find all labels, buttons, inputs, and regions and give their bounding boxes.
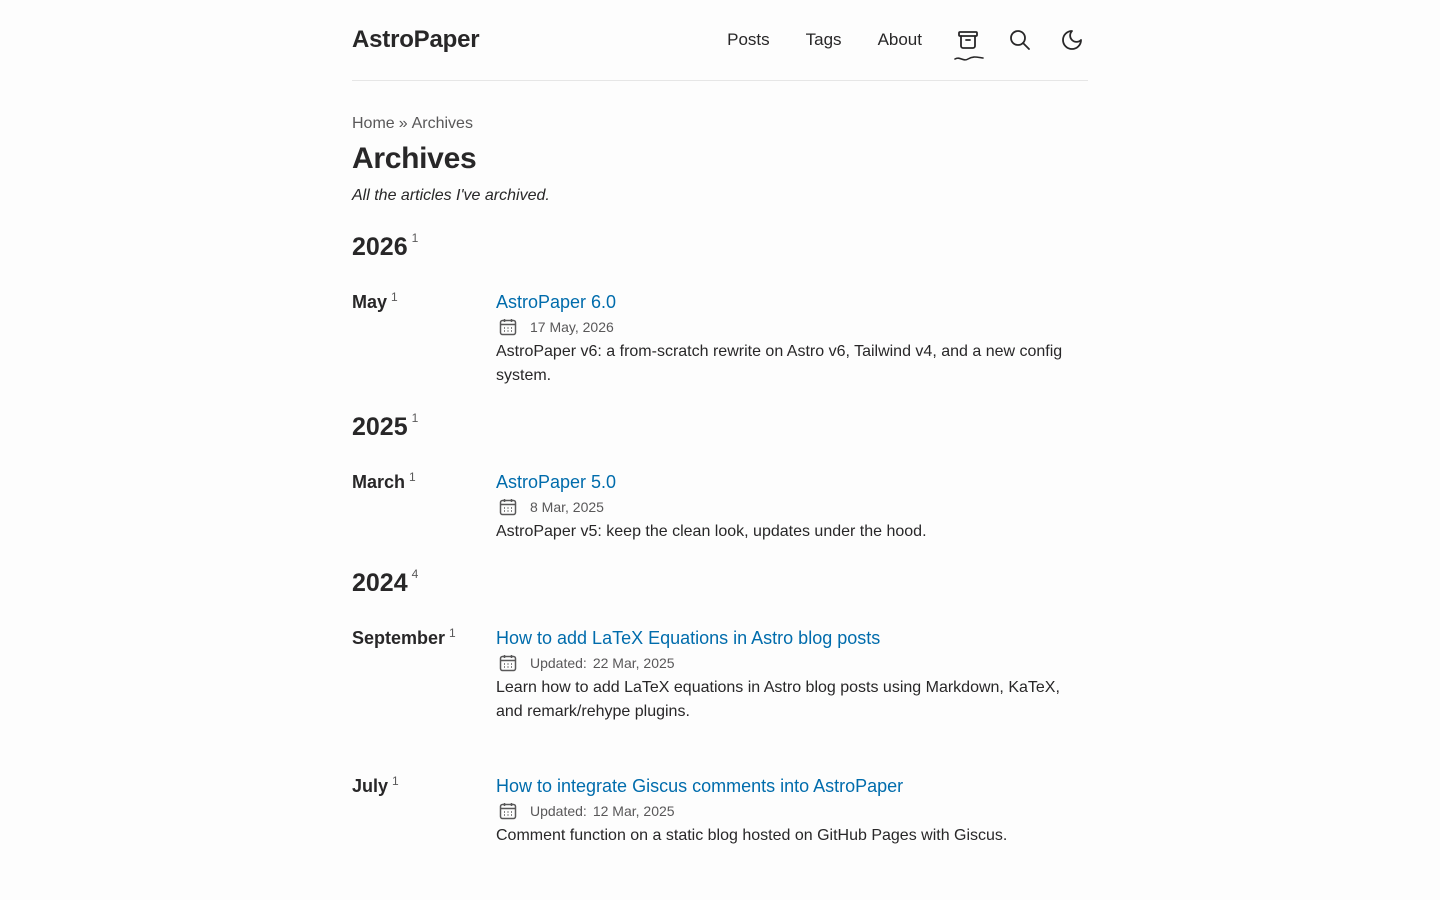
year-count: 4 <box>411 567 419 581</box>
breadcrumb: Home» Archives <box>352 115 473 133</box>
calendar-icon <box>496 497 530 517</box>
breadcrumb-home-link[interactable]: Home <box>352 115 395 132</box>
post-description: AstroPaper v6: a from-scratch rewrite on… <box>496 343 1063 384</box>
active-underline <box>954 50 984 61</box>
nav-tags-link[interactable]: Tags <box>806 30 842 50</box>
year-heading: 2026 1 <box>352 231 419 262</box>
nav-about-link[interactable]: About <box>878 30 922 50</box>
breadcrumb-current: Archives <box>411 115 473 132</box>
calendar-icon <box>496 653 530 673</box>
year-label: 2025 <box>352 413 408 441</box>
page-title: Archives <box>352 142 477 175</box>
post-card: How to integrate Giscus comments into As… <box>496 774 1088 848</box>
month-heading: May 1 <box>352 290 398 313</box>
theme-toggle-button[interactable] <box>1056 24 1088 56</box>
post-date: 17 May, 2026 <box>496 317 1088 337</box>
post-card: AstroPaper 5.0 8 Mar, 2025 AstroPaper v5… <box>496 470 1088 544</box>
month-count: 1 <box>391 290 398 304</box>
year-count: 1 <box>411 411 419 425</box>
post-date-text: 12 Mar, 2025 <box>592 803 675 819</box>
month-count: 1 <box>449 626 456 640</box>
archives-button[interactable] <box>952 24 984 61</box>
post-description: Comment function on a static blog hosted… <box>496 827 1008 844</box>
post-description: AstroPaper v5: keep the clean look, upda… <box>496 523 927 540</box>
year-heading: 2024 4 <box>352 567 419 598</box>
month-count: 1 <box>392 774 399 788</box>
month-heading: September 1 <box>352 626 456 649</box>
post-updated-label: Updated: <box>530 803 587 819</box>
post-title-link[interactable]: How to integrate Giscus comments into As… <box>496 774 1088 798</box>
moon-icon <box>1060 28 1084 52</box>
search-icon <box>1008 28 1032 52</box>
post-date: Updated: 22 Mar, 2025 <box>496 653 1088 673</box>
nav-posts-link[interactable]: Posts <box>727 30 770 50</box>
month-heading: July 1 <box>352 774 399 797</box>
post-card: How to add LaTeX Equations in Astro blog… <box>496 626 1088 724</box>
calendar-icon <box>496 317 530 337</box>
post-description: Learn how to add LaTeX equations in Astr… <box>496 679 1060 720</box>
year-heading: 2025 1 <box>352 411 419 442</box>
month-heading: March 1 <box>352 470 416 493</box>
year-label: 2024 <box>352 569 408 597</box>
calendar-icon <box>496 801 530 821</box>
site-header: AstroPaper Posts Tags About <box>352 0 1088 81</box>
year-count: 1 <box>411 231 419 245</box>
site-logo[interactable]: AstroPaper <box>352 26 480 54</box>
post-date-text: 17 May, 2026 <box>530 319 614 335</box>
post-date: 8 Mar, 2025 <box>496 497 1088 517</box>
post-card: AstroPaper 6.0 17 May, 2026 AstroPaper v… <box>496 290 1088 388</box>
post-updated-label: Updated: <box>530 655 587 671</box>
year-label: 2026 <box>352 233 408 261</box>
month-label: September <box>352 628 446 648</box>
month-label: May <box>352 292 388 312</box>
post-date: Updated: 12 Mar, 2025 <box>496 801 1088 821</box>
post-title-link[interactable]: How to add LaTeX Equations in Astro blog… <box>496 626 1088 650</box>
search-button[interactable] <box>1004 24 1036 56</box>
archive-icon <box>956 28 980 52</box>
post-title-link[interactable]: AstroPaper 6.0 <box>496 290 1088 314</box>
breadcrumb-separator: » <box>398 115 408 132</box>
post-date-text: 8 Mar, 2025 <box>530 499 604 515</box>
month-label: July <box>352 776 389 796</box>
page-description: All the articles I've archived. <box>352 187 550 204</box>
month-label: March <box>352 472 406 492</box>
post-date-text: 22 Mar, 2025 <box>592 655 675 671</box>
month-count: 1 <box>409 470 416 484</box>
main-nav: Posts Tags About <box>727 0 1088 80</box>
post-title-link[interactable]: AstroPaper 5.0 <box>496 470 1088 494</box>
